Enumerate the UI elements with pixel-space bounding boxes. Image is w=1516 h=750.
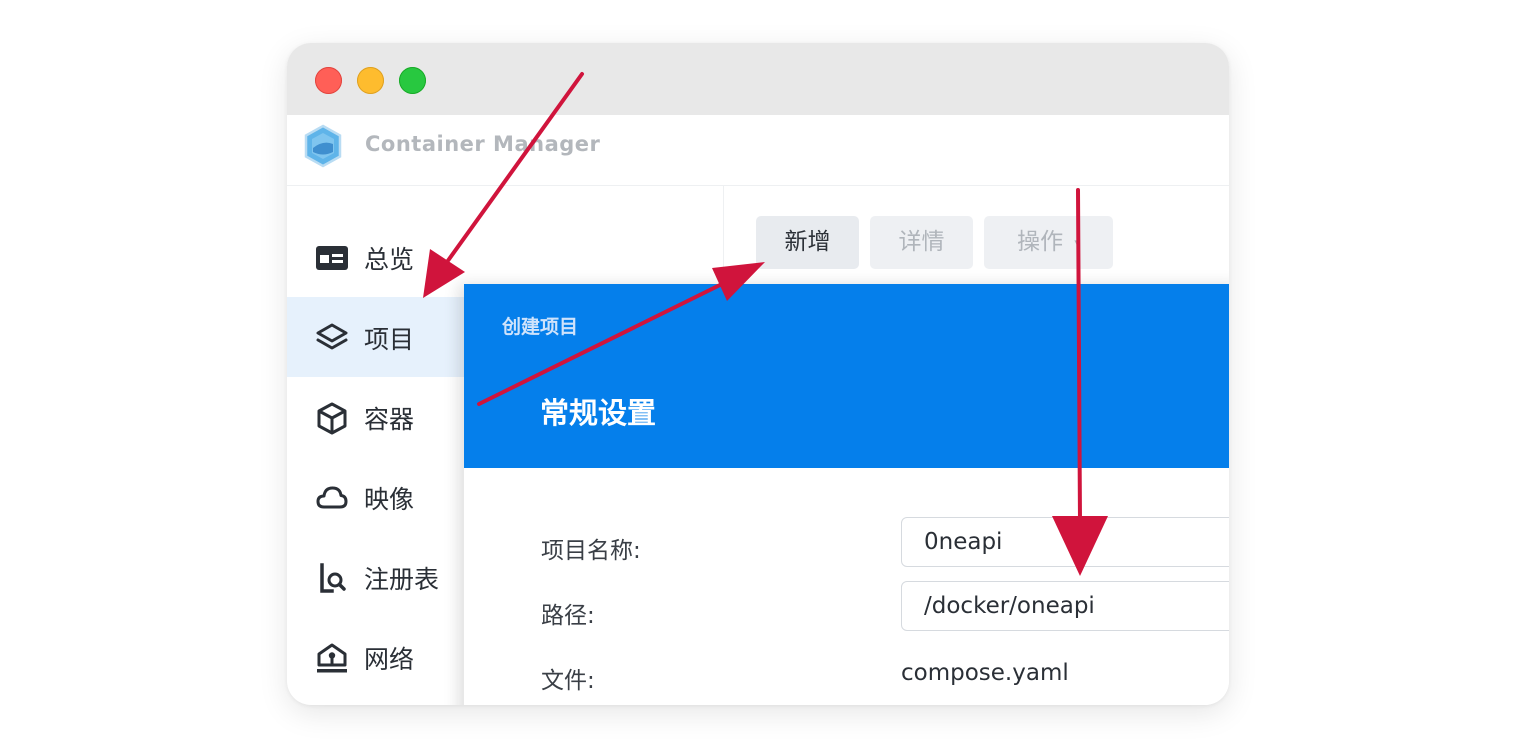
- file-value: compose.yaml: [901, 660, 1069, 686]
- sidebar-item-label: 项目: [364, 325, 415, 354]
- sidebar-item-label: 映像: [364, 485, 415, 514]
- container-manager-logo-icon: [304, 124, 342, 168]
- cloud-icon: [316, 486, 348, 509]
- sidebar-item-label: 注册表: [364, 565, 440, 594]
- dialog-header: 创建项目 常规设置: [464, 284, 1229, 468]
- registry-search-icon: [320, 563, 346, 593]
- close-window-button[interactable]: [315, 67, 342, 94]
- minimize-window-button[interactable]: [357, 67, 384, 94]
- action-menu-button[interactable]: 操作 ▾: [984, 216, 1113, 269]
- details-button[interactable]: 详情: [870, 216, 973, 269]
- project-name-label: 项目名称:: [541, 538, 641, 564]
- screenshot-stage: Container Manager 总览 项目 容器 映像 注册表 网络 新增 …: [0, 0, 1516, 750]
- app-header: Container Manager: [287, 115, 1229, 186]
- path-label: 路径:: [541, 603, 595, 629]
- caret-down-icon: ▾: [1074, 236, 1080, 249]
- sidebar-item-label: 总览: [364, 245, 415, 274]
- create-project-dialog: 创建项目 常规设置 项目名称: 0neapi 路径: /docker/oneap…: [464, 284, 1229, 705]
- dialog-caption: 创建项目: [502, 316, 579, 338]
- window-titlebar[interactable]: [287, 43, 1229, 115]
- overview-icon: [316, 246, 348, 270]
- file-label: 文件:: [541, 668, 595, 694]
- action-label: 操作: [1017, 229, 1064, 255]
- sidebar-item-label: 容器: [364, 405, 415, 434]
- maximize-window-button[interactable]: [399, 67, 426, 94]
- network-icon: [317, 643, 347, 673]
- app-title: Container Manager: [365, 132, 601, 156]
- add-button[interactable]: 新增: [756, 216, 859, 269]
- layers-icon: [316, 323, 348, 350]
- dialog-section-title: 常规设置: [540, 396, 657, 430]
- container-box-icon: [317, 402, 347, 435]
- path-input[interactable]: /docker/oneapi: [901, 581, 1229, 631]
- app-window: Container Manager 总览 项目 容器 映像 注册表 网络 新增 …: [287, 43, 1229, 705]
- sidebar-item-label: 网络: [364, 645, 415, 674]
- project-name-input[interactable]: 0neapi: [901, 517, 1229, 567]
